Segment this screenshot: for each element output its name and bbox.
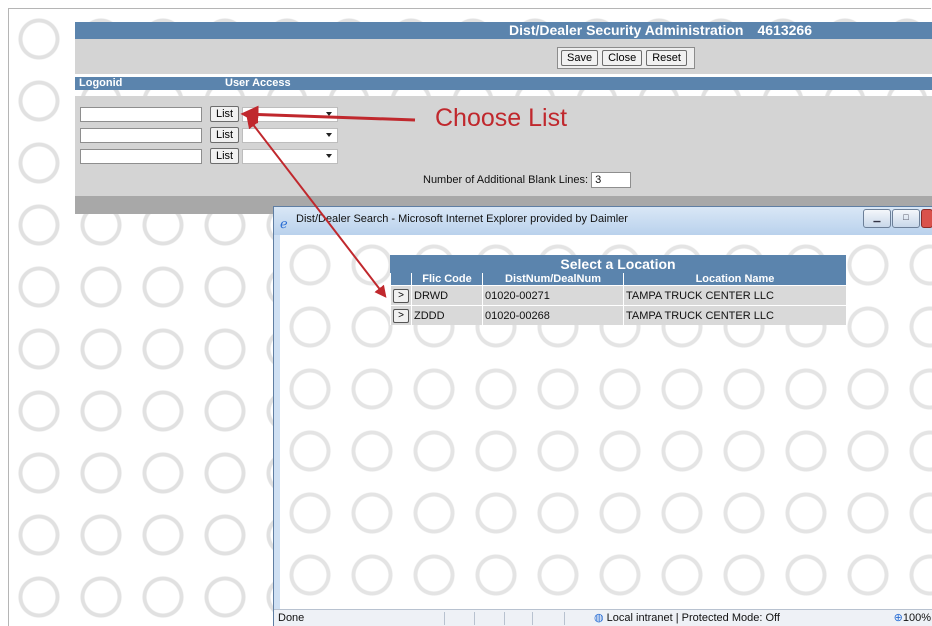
col-location-header: Location Name [623, 273, 846, 286]
user-access-select[interactable] [242, 127, 339, 143]
minimize-icon[interactable]: ▁ [863, 209, 891, 228]
close-button[interactable]: Close [602, 50, 643, 66]
logonid-input[interactable] [80, 148, 202, 164]
list-button[interactable]: List [210, 106, 240, 122]
location-heading: Select a Location [390, 255, 846, 273]
col-distnum-header: DistNum/DealNum [482, 273, 624, 286]
select-row-button[interactable]: > [393, 308, 409, 323]
table-row: > DRWD 01020-00271 TAMPA TRUCK CENTER LL… [390, 285, 846, 306]
user-row: List [80, 148, 339, 164]
table-row: > ZDDD 01020-00268 TAMPA TRUCK CENTER LL… [390, 305, 846, 325]
zone-text: Local intranet | Protected Mode: Off [606, 612, 780, 624]
location-cell: TAMPA TRUCK CENTER LLC [623, 285, 846, 306]
logonid-header: Logonid [79, 77, 123, 89]
list-button[interactable]: List [210, 127, 240, 143]
status-bar: Done ◍ Local intranet | Protected Mode: … [274, 609, 932, 626]
logonid-input[interactable] [80, 106, 202, 122]
user-row: List [80, 106, 339, 122]
location-table: Flic Code DistNum/DealNum Location Name … [390, 273, 846, 325]
chevron-down-icon [326, 111, 333, 116]
col-flic-code-header: Flic Code [411, 273, 483, 286]
zoom-control[interactable]: ⊕100% [894, 610, 931, 626]
toolbar-band [75, 39, 932, 74]
close-icon[interactable] [921, 209, 932, 228]
distnum-cell: 01020-00268 [482, 305, 624, 325]
save-button[interactable]: Save [561, 50, 599, 66]
user-row: List [80, 127, 339, 143]
reset-button[interactable]: Reset [646, 50, 687, 66]
logonid-input[interactable] [80, 127, 202, 143]
search-popup-window: ℯ Dist/Dealer Search - Microsoft Interne… [273, 206, 932, 626]
blank-lines-label: Number of Additional Blank Lines: [423, 174, 589, 186]
chevron-down-icon [326, 153, 333, 158]
blank-lines-field: Number of Additional Blank Lines: 3 [423, 172, 632, 188]
page-title-bar: Dist/Dealer Security Administration 46132… [75, 22, 932, 39]
select-row-button[interactable]: > [393, 288, 409, 303]
user-access-select[interactable] [242, 148, 339, 164]
popup-content: Select a Location Flic Code DistNum/Deal… [280, 235, 932, 609]
chevron-down-icon [326, 132, 333, 137]
location-cell: TAMPA TRUCK CENTER LLC [623, 305, 846, 325]
user-access-header: User Access [225, 77, 291, 89]
zoom-icon: ⊕ [893, 612, 903, 624]
zoom-level: 100% [902, 612, 931, 624]
flic-code-cell: ZDDD [411, 305, 483, 325]
page-title-number: 4613266 [757, 22, 812, 38]
popup-title-bar[interactable]: ℯ Dist/Dealer Search - Microsoft Interne… [274, 207, 932, 235]
ie-icon: ℯ [280, 216, 288, 231]
popup-title: Dist/Dealer Search - Microsoft Internet … [296, 213, 628, 225]
annotation-text: Choose List [435, 104, 568, 132]
maximize-icon[interactable]: □ [892, 209, 920, 228]
zone-status: ◍ Local intranet | Protected Mode: Off [594, 610, 780, 626]
status-text: Done [278, 612, 305, 624]
flic-code-cell: DRWD [411, 285, 483, 306]
col-select-header [390, 273, 412, 286]
globe-icon: ◍ [594, 612, 604, 624]
toolbar: Save Close Reset [557, 47, 695, 69]
list-button[interactable]: List [210, 148, 240, 164]
user-access-select[interactable] [242, 106, 339, 122]
page-title: Dist/Dealer Security Administration [509, 22, 744, 38]
column-header: Logonid User Access [75, 77, 932, 90]
blank-lines-input[interactable]: 3 [591, 172, 632, 188]
distnum-cell: 01020-00271 [482, 285, 624, 306]
